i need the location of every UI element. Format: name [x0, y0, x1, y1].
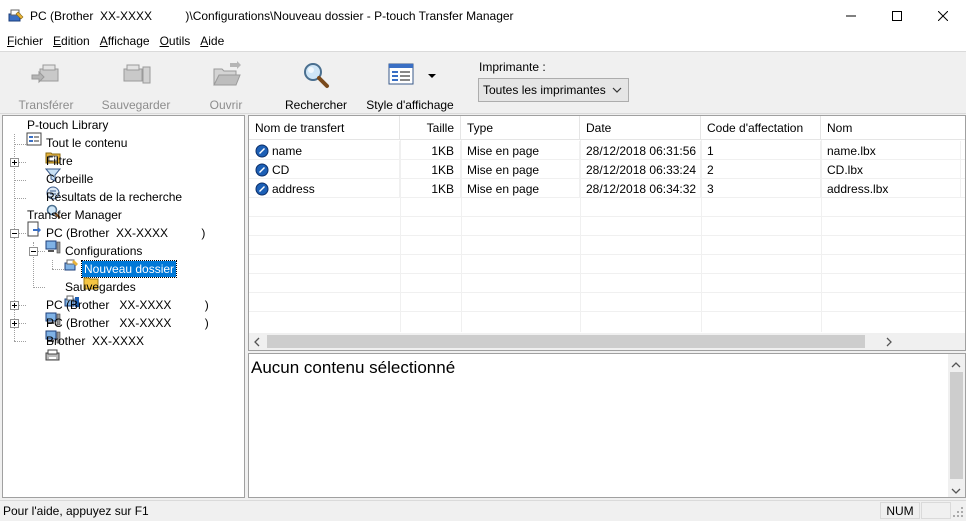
scroll-up-icon[interactable] [951, 358, 961, 372]
printer-select-value: Toutes les imprimantes [483, 83, 606, 97]
menu-fichier[interactable]: Fichier [2, 34, 48, 48]
menu-outils[interactable]: Outils [155, 34, 196, 48]
tree-item-backups[interactable]: Sauvegardes [44, 278, 138, 307]
menu-edition[interactable]: Edition [48, 34, 95, 48]
backups-icon [44, 279, 80, 307]
tree-item-search-results[interactable]: Résultats de la recherche [25, 188, 184, 219]
minimize-icon [846, 15, 856, 16]
tree-item-pc1[interactable]: PC (Brother XX-XXXX ) [25, 224, 207, 254]
transfer-icon [30, 61, 62, 89]
status-pane-empty [921, 502, 951, 519]
no-content-message: Aucun contenu sélectionné [251, 358, 456, 377]
window-title: PC (Brother XX-XXXX )\Configurations\Nou… [30, 8, 514, 23]
computer-icon [25, 315, 61, 344]
transfer-list[interactable]: Nom de transfert Taille Type Date Code d… [248, 115, 966, 351]
search-icon [300, 61, 332, 89]
tree-item-pc3[interactable]: PC (Brother XX-XXXX ) [25, 314, 211, 344]
detail-pane: Aucun contenu sélectionné [248, 353, 966, 498]
minimize-button[interactable] [828, 0, 874, 31]
computer-icon [25, 297, 61, 326]
pc2-expander[interactable] [10, 301, 19, 310]
tree-item-transfer-manager[interactable]: Transfer Manager [6, 206, 124, 237]
open-button[interactable]: Ouvrir [196, 58, 256, 112]
search-button[interactable]: Rechercher [282, 58, 350, 112]
app-icon [8, 8, 24, 24]
tree-item-trash[interactable]: Corbeille [25, 170, 95, 200]
backup-icon [120, 61, 152, 89]
view-style-icon [386, 61, 418, 89]
table-row[interactable]: CD 1KB Mise en page 28/12/2018 06:33:24 … [249, 160, 965, 179]
search-results-icon [25, 189, 61, 219]
open-label: Ouvrir [209, 98, 243, 112]
printer-select[interactable]: Toutes les imprimantes [478, 78, 629, 102]
column-header-name[interactable]: Nom [821, 116, 965, 140]
view-style-button[interactable]: Style d'affichage [362, 58, 458, 112]
table-row[interactable]: name 1KB Mise en page 28/12/2018 06:31:5… [249, 141, 965, 160]
printer-label: Imprimante : [479, 60, 546, 74]
pc3-expander[interactable] [10, 319, 19, 328]
tree-item-configurations[interactable]: Configurations [44, 242, 144, 271]
scroll-left-icon[interactable] [253, 336, 261, 350]
table-row[interactable]: address 1KB Mise en page 28/12/2018 06:3… [249, 179, 965, 198]
scroll-down-icon[interactable] [951, 484, 961, 498]
tree-item-pc2[interactable]: PC (Brother XX-XXXX ) [25, 296, 211, 326]
layout-file-icon [255, 182, 269, 196]
horizontal-scroll-thumb[interactable] [267, 335, 865, 348]
navigation-tree[interactable]: P-touch Library Tout le contenu Filtre C… [2, 115, 245, 498]
tree-item-all-content[interactable]: Tout le contenu [25, 134, 129, 164]
column-header-type[interactable]: Type [461, 116, 580, 140]
close-button[interactable] [920, 0, 966, 31]
chevron-down-icon [612, 84, 622, 98]
transfer-manager-icon [6, 207, 42, 237]
tree-item-library[interactable]: P-touch Library [6, 116, 110, 146]
vertical-scrollbar[interactable] [948, 354, 965, 497]
view-style-label: Style d'affichage [366, 98, 454, 112]
resize-grip-icon[interactable] [952, 506, 964, 518]
view-style-dropdown-arrow-icon[interactable] [428, 68, 436, 82]
printer-icon [25, 333, 60, 361]
status-bar: Pour l'aide, appuyez sur F1 NUM [0, 500, 966, 520]
layout-file-icon [255, 144, 269, 158]
open-folder-icon [210, 61, 242, 89]
layout-file-icon [255, 163, 269, 177]
column-header-date[interactable]: Date [580, 116, 701, 140]
all-content-folder-icon [25, 135, 61, 164]
folder-icon [63, 261, 99, 290]
maximize-button[interactable] [874, 0, 920, 31]
computer-icon [25, 225, 61, 254]
scroll-right-icon[interactable] [885, 336, 893, 350]
search-label: Rechercher [284, 98, 348, 112]
transfer-button[interactable]: Transférer [14, 58, 78, 112]
configurations-icon [44, 243, 79, 271]
vertical-scroll-thumb[interactable] [950, 372, 963, 479]
maximize-icon [892, 10, 902, 21]
menu-affichage[interactable]: Affichage [95, 34, 155, 48]
menu-aide[interactable]: Aide [195, 34, 229, 48]
list-header: Nom de transfert Taille Type Date Code d… [249, 116, 965, 140]
horizontal-scrollbar[interactable] [249, 333, 965, 350]
tree-item-filter[interactable]: Filtre [25, 152, 75, 182]
transfer-label: Transférer [18, 98, 74, 112]
title-bar: PC (Brother XX-XXXX )\Configurations\Nou… [0, 0, 966, 31]
num-lock-indicator: NUM [880, 502, 920, 519]
filter-icon [25, 153, 62, 182]
toolbar: Transférer Sauvegarder Ouvrir Rechercher… [0, 51, 966, 114]
tree-item-new-folder[interactable]: Nouveau dossier [63, 260, 178, 290]
close-icon [938, 10, 948, 21]
backup-label: Sauvegarder [101, 98, 171, 112]
backup-button[interactable]: Sauvegarder [98, 58, 174, 112]
tree-item-brother[interactable]: Brother XX-XXXX [25, 332, 146, 361]
status-help-text: Pour l'aide, appuyez sur F1 [3, 504, 149, 518]
column-header-transfer-name[interactable]: Nom de transfert [249, 116, 400, 140]
menu-bar: Fichier Edition Affichage Outils Aide [0, 31, 966, 51]
library-icon [6, 117, 42, 146]
trash-icon [25, 171, 60, 200]
column-header-size[interactable]: Taille [400, 116, 461, 140]
column-header-assignment-code[interactable]: Code d'affectation [701, 116, 821, 140]
